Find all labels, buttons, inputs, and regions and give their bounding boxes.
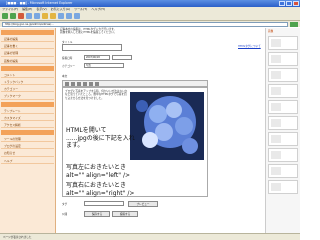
body-line-3: 写真左におきたいとき bbox=[66, 164, 127, 171]
sidebar-item-categories[interactable]: カテゴリー bbox=[1, 86, 54, 93]
go-button[interactable] bbox=[290, 21, 298, 27]
sidebar-item-write[interactable]: 記事を書く bbox=[1, 43, 54, 50]
sidebar-item-customize[interactable]: カスタマイズ bbox=[1, 115, 54, 121]
back-icon[interactable] bbox=[2, 13, 8, 19]
sidebar-header-settings bbox=[1, 130, 54, 136]
body-intro-text: ブログに写真をアップする時、何かいい方法はないかなと思っていたところ。簡単なHT… bbox=[65, 90, 128, 100]
image-thumbnail[interactable] bbox=[268, 36, 298, 50]
category-select[interactable]: 写真 bbox=[84, 63, 124, 68]
image-thumbnail[interactable] bbox=[268, 180, 298, 194]
tag-label: タグ bbox=[62, 203, 68, 206]
hydrangea-photo bbox=[130, 92, 204, 160]
status-bar: ページが表示されました bbox=[0, 233, 300, 240]
tag-input[interactable] bbox=[84, 201, 124, 206]
image-panel: 画像 bbox=[265, 28, 300, 233]
body-line-4: alt="" align="left" /> bbox=[66, 172, 130, 179]
body-line-6: alt="" align="right" /> bbox=[66, 190, 135, 197]
sidebar-item-trackbacks[interactable]: トラックバック bbox=[1, 79, 54, 86]
address-input[interactable]: http://blog.goo.ne.jp/admin/entries/... bbox=[2, 21, 288, 27]
close-button[interactable] bbox=[293, 1, 299, 6]
print-icon[interactable] bbox=[74, 13, 80, 19]
category-label: カテゴリー bbox=[62, 65, 75, 68]
publish-label: 公開 bbox=[62, 213, 68, 216]
body-label: 本文 bbox=[62, 75, 68, 78]
date-label: 投稿日時 bbox=[62, 57, 73, 60]
body-line-1: HTMLを開いて bbox=[66, 127, 107, 134]
save-button[interactable]: 保存する bbox=[84, 211, 110, 217]
window-titlebar: [■■■ - ■■] - Microsoft Internet Explorer bbox=[0, 0, 300, 7]
minimize-button[interactable] bbox=[279, 1, 285, 6]
sidebar-item-bookmarks[interactable]: ブックマーク bbox=[1, 93, 54, 100]
italic-icon[interactable] bbox=[71, 81, 75, 86]
publish-button[interactable]: 投稿する bbox=[112, 211, 138, 217]
browser-toolbar bbox=[0, 12, 300, 21]
title-input[interactable] bbox=[62, 44, 122, 51]
editor-notice: 記事本文の編集は、HTMLタグ入力で行います。 画像を挿入した後にHTMLを編集… bbox=[60, 28, 260, 35]
favorites-icon[interactable] bbox=[50, 13, 56, 19]
sidebar-item-images[interactable]: 画像の編集 bbox=[1, 58, 54, 64]
image-thumbnail[interactable] bbox=[268, 100, 298, 114]
html-help-link[interactable]: HTMLタグについて bbox=[238, 44, 261, 48]
image-thumbnail[interactable] bbox=[268, 148, 298, 162]
image-panel-label: 画像 bbox=[268, 30, 274, 33]
image-icon[interactable] bbox=[89, 81, 93, 86]
sidebar-item-manage[interactable]: 記事の管理 bbox=[1, 50, 54, 57]
window-controls bbox=[279, 1, 299, 6]
sidebar: 記事の編集 記事を書く 記事の管理 画像の編集 コメント トラックバック カテゴ… bbox=[0, 28, 56, 233]
status-text: ページが表示されました bbox=[3, 236, 32, 239]
forward-icon[interactable] bbox=[10, 13, 16, 19]
stop-icon[interactable] bbox=[18, 13, 24, 19]
window-title: [■■■ - ■■] - Microsoft Internet Explorer bbox=[6, 1, 73, 5]
search-icon[interactable] bbox=[42, 13, 48, 19]
time-input[interactable] bbox=[112, 55, 132, 60]
body-line-5: 写真右におきたいとき bbox=[66, 182, 127, 189]
sidebar-item-templates[interactable]: テンプレート bbox=[1, 108, 54, 114]
sidebar-header-comments bbox=[1, 65, 54, 71]
date-select[interactable]: 2007/06/18 bbox=[84, 55, 110, 60]
underline-icon[interactable] bbox=[77, 81, 81, 86]
image-thumbnail[interactable] bbox=[268, 116, 298, 130]
sidebar-item-edit-entry[interactable]: 記事の編集 bbox=[1, 36, 54, 43]
sidebar-item-help[interactable]: ヘルプ bbox=[1, 158, 54, 164]
sidebar-header-design bbox=[1, 101, 54, 107]
sidebar-item-comments[interactable]: コメント bbox=[1, 72, 54, 78]
image-thumbnail[interactable] bbox=[268, 52, 298, 66]
image-thumbnail[interactable] bbox=[268, 84, 298, 98]
preview-button[interactable]: プレビュー bbox=[128, 201, 158, 207]
mail-icon[interactable] bbox=[66, 13, 72, 19]
link-icon[interactable] bbox=[83, 81, 87, 86]
address-bar: http://blog.goo.ne.jp/admin/entries/... bbox=[0, 21, 300, 27]
image-thumbnail[interactable] bbox=[268, 132, 298, 146]
sidebar-item-tools[interactable]: ツールの管理 bbox=[1, 136, 54, 143]
refresh-icon[interactable] bbox=[26, 13, 32, 19]
sidebar-item-analytics[interactable]: アクセス解析 bbox=[1, 122, 54, 129]
sidebar-item-blog-settings[interactable]: ブログの設定 bbox=[1, 143, 54, 150]
home-icon[interactable] bbox=[34, 13, 40, 19]
notice-line-2: 画像を挿入した後にHTMLを編集してください。 bbox=[60, 31, 117, 35]
color-icon[interactable] bbox=[95, 81, 99, 86]
image-thumbnail[interactable] bbox=[268, 164, 298, 178]
bold-icon[interactable] bbox=[65, 81, 69, 86]
body-line-2: ......jpgの後に下記を入れます。 bbox=[66, 135, 135, 150]
editor-toolbar bbox=[62, 80, 208, 87]
sidebar-header-edit bbox=[1, 30, 54, 35]
history-icon[interactable] bbox=[58, 13, 64, 19]
image-thumbnail[interactable] bbox=[268, 68, 298, 82]
sidebar-item-news[interactable]: お知らせ bbox=[1, 150, 54, 157]
maximize-button[interactable] bbox=[286, 1, 292, 6]
